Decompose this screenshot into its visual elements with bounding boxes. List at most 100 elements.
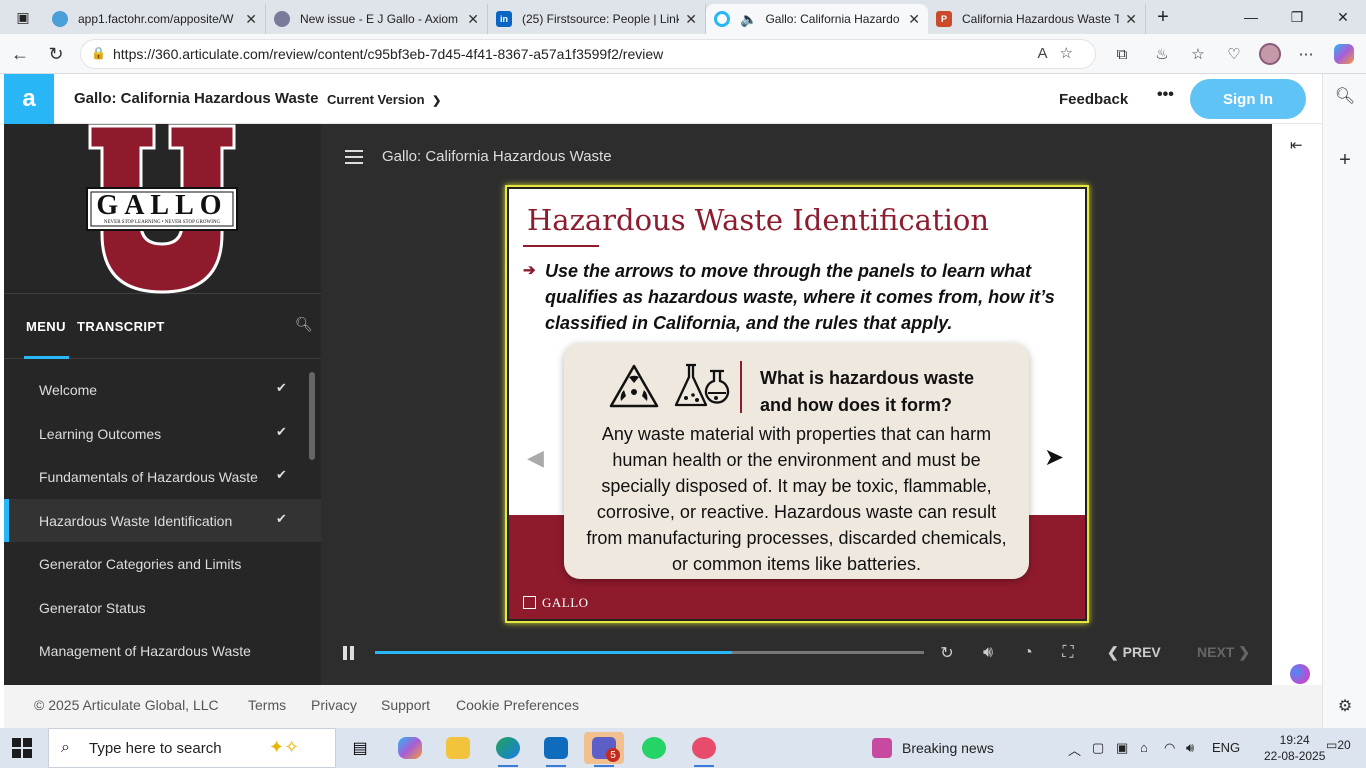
taskbar-search[interactable]: ⌕ Type here to search ✦✧ [48,728,336,768]
close-tab-icon[interactable]: ✕ [1125,11,1137,28]
menu-item-fundamentals[interactable]: Fundamentals of Hazardous Waste ✔ [4,455,321,498]
close-window-icon[interactable]: ✕ [1320,0,1366,34]
menu-item-identification-active[interactable]: Hazardous Waste Identification ✔ [4,499,321,542]
progress-bar[interactable] [375,651,924,654]
tab-menu[interactable]: MENU [26,319,66,334]
title-underline [523,245,599,247]
refresh-icon[interactable]: ↻ [40,40,72,68]
network-icon[interactable]: ⌂ [1140,740,1148,755]
profile-avatar[interactable] [1258,43,1282,65]
feedback-button[interactable]: Feedback [1059,91,1128,108]
sidebar-search-icon[interactable]: 🔍︎ [1333,84,1357,108]
whatsapp-app-icon[interactable] [634,732,674,764]
url-text: https://360.articulate.com/review/conten… [113,46,664,62]
display-icon[interactable]: ▣ [1116,740,1128,756]
browser-tab-1[interactable]: app1.factohr.com/apposite/W ✕ [44,4,266,34]
maximize-icon[interactable]: ❐ [1274,0,1320,34]
powerpoint-favicon-icon: P [936,11,952,27]
hamburger-menu-icon[interactable] [345,150,363,164]
previous-panel-arrow-icon[interactable]: ◀ [527,445,544,471]
support-link[interactable]: Support [381,697,430,713]
outlook-app-icon[interactable] [536,732,576,767]
extensions-icon[interactable]: ⧉ [1110,43,1134,65]
collapse-panel-icon[interactable]: ⇤ [1290,136,1303,154]
close-tab-icon[interactable]: ✕ [908,11,920,28]
language-indicator[interactable]: ENG [1212,740,1240,755]
version-dropdown[interactable]: Current Version ❯ [327,92,441,107]
tab-actions-icon[interactable]: ▣ [0,0,46,34]
review-header: a Gallo: California Hazardous Waste Curr… [4,74,1322,124]
copilot-app-icon[interactable] [390,732,430,764]
close-tab-icon[interactable]: ✕ [685,11,697,28]
new-tab-icon[interactable]: + [1140,0,1186,34]
show-hidden-icons-icon[interactable]: ︿ [1068,740,1081,759]
articulate-logo[interactable]: a [4,74,54,124]
speaker-icon[interactable]: 🔈 [740,11,757,28]
next-panel-arrow-icon[interactable]: ➤ [1044,443,1064,472]
copilot-icon[interactable] [1332,43,1356,65]
question-line-2: and how does it form? [760,395,952,415]
url-field[interactable]: 🔒 https://360.articulate.com/review/cont… [80,39,1096,69]
prev-button[interactable]: ❮ PREV [1107,644,1161,661]
menu-item-label: Fundamentals of Hazardous Waste [39,468,258,485]
tab-transcript[interactable]: TRANSCRIPT [77,319,165,334]
meet-now-icon[interactable]: ▢ [1092,740,1104,756]
browser-essentials-icon[interactable]: ♨ [1150,43,1174,65]
volume-icon[interactable]: 🔊︎ [977,642,999,664]
volume-tray-icon[interactable]: 🔊︎ [1186,740,1194,756]
menu-item-generator-categories[interactable]: Generator Categories and Limits [4,542,321,585]
sidebar-settings-icon[interactable]: ⚙ [1333,694,1357,718]
browser-tab-2[interactable]: New issue - E J Gallo - Axiom ✕ [266,4,488,34]
more-menu-icon[interactable]: ⋯ [1294,43,1318,65]
sign-in-button[interactable]: Sign In [1190,79,1306,119]
search-highlight-icon: ✦✧ [269,737,300,757]
close-tab-icon[interactable]: ✕ [245,11,257,28]
cookie-preferences-link[interactable]: Cookie Preferences [456,697,579,713]
file-explorer-icon[interactable] [438,732,478,764]
teams-app-icon[interactable]: 5 [584,732,624,767]
close-tab-icon[interactable]: ✕ [467,11,479,28]
menu-item-management[interactable]: Management of Hazardous Waste [4,629,321,672]
sidebar-scrollbar[interactable] [309,372,315,460]
ai-assistant-icon[interactable] [1290,664,1312,686]
chevron-right-icon: ❯ [1234,644,1250,660]
favorites-icon[interactable]: ☆ [1186,43,1210,65]
search-icon[interactable]: 🔍︎ [295,316,313,333]
browser-tab-5[interactable]: P California Hazardous Waste Tr ✕ [928,4,1146,34]
windows-start-icon[interactable] [12,738,32,758]
search-placeholder: Type here to search [89,739,222,757]
sidebar-add-icon[interactable]: + [1333,148,1357,172]
browser-tab-3[interactable]: in (25) Firstsource: People | Linke ✕ [488,4,706,34]
clock[interactable]: 19:24 22-08-2025 [1264,732,1325,764]
site-info-icon[interactable]: 🔒 [91,46,106,60]
snipping-tool-icon[interactable] [684,732,724,767]
chemistry-flask-icon [674,363,730,407]
news-widget[interactable]: Breaking news [872,738,994,758]
playback-speed-icon[interactable]: ◔ [1017,642,1039,664]
health-icon[interactable]: ♡ [1222,43,1246,65]
wifi-icon[interactable]: ◠ [1164,740,1175,756]
task-view-icon[interactable]: ▤ [340,732,380,764]
browser-tab-bar: ▣ app1.factohr.com/apposite/W ✕ New issu… [0,0,1366,34]
more-options-icon[interactable]: ••• [1157,86,1174,104]
teams-badge: 5 [606,748,620,762]
next-button[interactable]: NEXT ❯ [1197,644,1250,661]
edge-app-icon[interactable] [488,732,528,767]
read-aloud-favorite-icons[interactable]: A☆ [1038,44,1085,62]
notification-center[interactable]: ▭20 [1326,738,1351,752]
menu-item-learning-outcomes[interactable]: Learning Outcomes ✔ [4,412,321,455]
menu-item-welcome[interactable]: Welcome ✔ [4,368,321,411]
check-icon: ✔ [276,511,287,526]
fullscreen-icon[interactable]: ⛶ [1057,642,1079,664]
linkedin-favicon-icon: in [496,11,512,27]
privacy-link[interactable]: Privacy [311,697,357,713]
edge-sidebar: 🔍︎ + ⚙ [1322,74,1366,728]
replay-icon[interactable]: ↻ [936,642,958,664]
terms-link[interactable]: Terms [248,697,286,713]
browser-tab-4-active[interactable]: 🔈 Gallo: California Hazardo ✕ [706,4,928,34]
minimize-icon[interactable]: — [1228,0,1274,34]
slide-instruction: ➔ Use the arrows to move through the pan… [523,258,1083,336]
menu-item-generator-status[interactable]: Generator Status [4,586,321,629]
pause-icon[interactable] [343,646,355,660]
back-icon[interactable]: ← [4,40,36,68]
